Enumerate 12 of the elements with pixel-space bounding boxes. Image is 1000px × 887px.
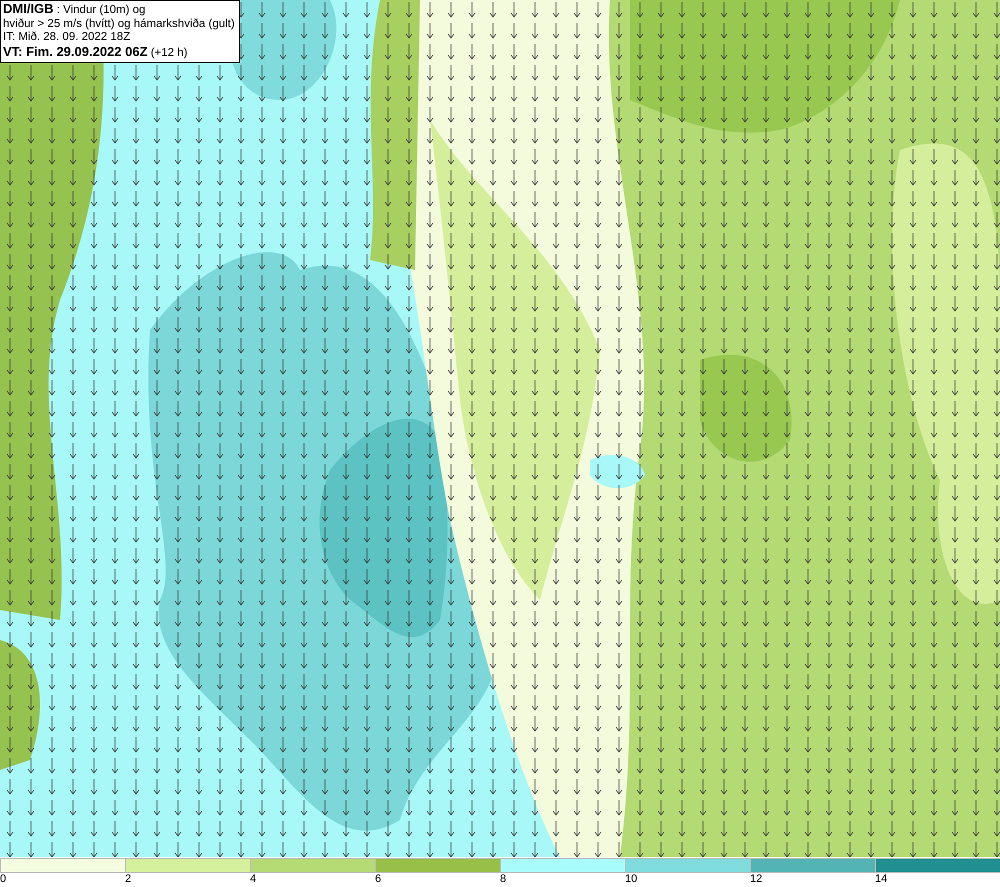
info-text: VT: Fim. 29.09.2022 06Z (+12 h) (3, 44, 188, 60)
legend-label: 14 (875, 873, 888, 886)
legend-label: 6 (375, 873, 382, 886)
info-text: hviður > 25 m/s (hvítt) og hámarkshviða (gult) (3, 18, 235, 31)
legend-label: 4 (250, 873, 256, 886)
info-text: DMI/IGB : Vindur (10m) og (3, 2, 146, 18)
legend-label: 2 (125, 873, 132, 886)
info-text: IT: Mið. 28. 09. 2022 18Z (3, 31, 132, 44)
legend-label: 8 (500, 873, 506, 886)
legend-label: 12 (750, 873, 762, 886)
legend-label: 10 (625, 873, 638, 886)
legend-label: 0 (0, 873, 6, 886)
